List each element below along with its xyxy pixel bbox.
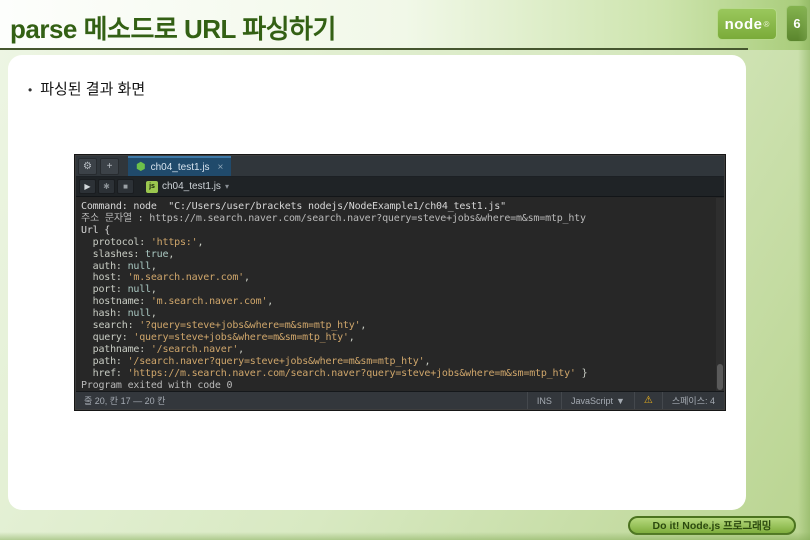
console-line: Command: node "C:/Users/user/brackets no… <box>81 201 506 212</box>
console-line: port: null, <box>81 284 157 296</box>
stop-icon: ■ <box>123 182 128 191</box>
terminal-tab[interactable]: ⬢ ch04_test1.js × <box>128 156 232 176</box>
console-output: Command: node "C:/Users/user/brackets no… <box>76 198 716 393</box>
node-logo-text: node <box>724 15 763 33</box>
console-line: host: 'm.search.naver.com', <box>81 272 250 284</box>
close-icon[interactable]: × <box>218 162 224 173</box>
slide: { "slide": { "title": "parse 메소드로 URL 파싱… <box>0 0 810 540</box>
stop-button[interactable]: ■ <box>117 179 134 194</box>
insert-mode-indicator[interactable]: INS <box>526 392 561 409</box>
console-line: 주소 문자열 : https://m.search.naver.com/sear… <box>81 212 586 224</box>
language-selector[interactable]: JavaScript ▼ <box>560 392 634 409</box>
frame-edge-bottom <box>0 532 810 540</box>
js-file-icon: js <box>146 180 158 193</box>
console-line: auth: null, <box>81 260 157 272</box>
console-scrollbar[interactable] <box>716 198 724 393</box>
console-line: path: '/search.naver?query=steve+jobs&wh… <box>81 355 431 367</box>
terminal-tab-bar: ⚙ + ⬢ ch04_test1.js × <box>76 156 724 177</box>
console-line: slashes: true, <box>81 248 175 260</box>
registered-mark-icon: ® <box>763 19 770 29</box>
scrollbar-handle[interactable] <box>717 364 723 390</box>
run-toolbar: ▶ ✱ ■ js ch04_test1.js ▾ <box>76 177 724 197</box>
indent-label: 스페이스: 4 <box>671 396 715 406</box>
indent-setting[interactable]: 스페이스: 4 <box>661 392 724 409</box>
cursor-position-status: 줄 20, 칸 17 — 20 칸 <box>84 396 166 406</box>
console-line: search: '?query=steve+jobs&where=m&sm=mt… <box>81 320 367 332</box>
debug-button[interactable]: ✱ <box>98 179 115 194</box>
warning-icon: ⚠ <box>643 395 653 406</box>
console-line: hash: null, <box>81 308 157 320</box>
debug-icon: ✱ <box>103 182 110 191</box>
lint-status[interactable]: ⚠ <box>633 392 662 409</box>
console-line: protocol: 'https:', <box>81 236 204 248</box>
console-line: query: 'query=steve+jobs&where=m&sm=mtp_… <box>81 331 355 343</box>
settings-button[interactable]: ⚙ <box>78 158 97 175</box>
chevron-down-icon: ▾ <box>224 182 229 191</box>
ide-screenshot: ⚙ + ⬢ ch04_test1.js × ▶ ✱ ■ js ch04_test… <box>75 155 725 410</box>
new-terminal-button[interactable]: + <box>100 158 119 175</box>
console-line: pathname: '/search.naver', <box>81 343 245 355</box>
bullet-text: 파싱된 결과 화면 <box>40 81 146 98</box>
bullet-item: • 파싱된 결과 화면 <box>28 78 145 99</box>
node-logo: node ® <box>717 8 777 40</box>
console-line: href: 'https://m.search.naver.com/search… <box>81 367 588 379</box>
slide-header: parse 메소드로 URL 파싱하기 <box>0 0 810 50</box>
page-title: parse 메소드로 URL 파싱하기 <box>10 14 336 44</box>
plus-icon: + <box>106 161 113 172</box>
node-hexagon-icon: ⬢ <box>136 160 146 173</box>
console-line: Url { <box>81 224 111 236</box>
run-button[interactable]: ▶ <box>79 179 96 194</box>
bullet-icon: • <box>28 83 33 97</box>
terminal-tab-label: ch04_test1.js <box>150 161 210 173</box>
gear-icon: ⚙ <box>83 161 92 172</box>
chevron-down-icon: ▼ <box>615 395 625 406</box>
header-divider <box>0 48 748 50</box>
insert-mode-label: INS <box>536 395 552 406</box>
editor-status-bar: 줄 20, 칸 17 — 20 칸 INS JavaScript ▼ ⚠ 스페이… <box>76 391 724 409</box>
console-line: Program exited with code 0 <box>81 379 233 391</box>
play-icon: ▶ <box>84 182 91 191</box>
console-line: hostname: 'm.search.naver.com', <box>81 296 274 308</box>
language-label: JavaScript <box>570 395 613 406</box>
active-file-name: ch04_test1.js <box>162 181 221 192</box>
active-file-selector[interactable]: js ch04_test1.js ▾ <box>146 180 229 193</box>
frame-edge-right <box>798 0 810 540</box>
